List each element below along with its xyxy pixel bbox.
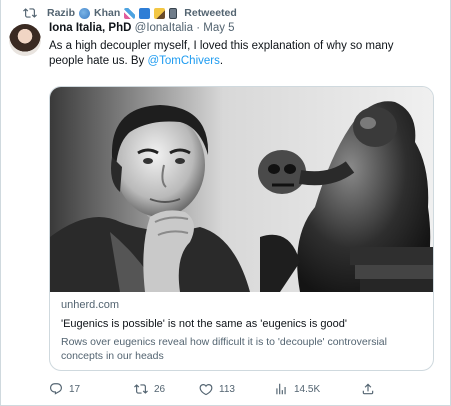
like-button[interactable]: 113	[199, 380, 235, 398]
reply-button[interactable]: 17	[49, 380, 80, 398]
heart-icon	[199, 384, 213, 396]
tweet-date[interactable]: May 5	[203, 22, 234, 34]
retweeted-label: Retweeted	[184, 7, 237, 19]
retweeter-last-name[interactable]: Khan	[94, 7, 120, 19]
card-image[interactable]	[50, 87, 434, 292]
action-bar: 17 26 113 14.5K	[49, 380, 394, 398]
card-title[interactable]: 'Eugenics is possible' is not the same a…	[61, 318, 426, 333]
reply-icon	[50, 383, 62, 395]
tweet-body-end: .	[219, 55, 224, 67]
dna-icon	[124, 7, 136, 19]
retweet-context: Razib Khan Retweeted	[23, 6, 237, 20]
phone-icon	[169, 7, 178, 19]
card-description: Rows over eugenics reveal how difficult …	[61, 336, 387, 362]
share-button[interactable]	[361, 380, 381, 398]
retweet-icon	[23, 8, 37, 18]
views-chart-icon	[276, 383, 286, 395]
like-count: 113	[219, 383, 235, 395]
tweet-text: As a high decoupler myself, I loved this…	[49, 39, 429, 69]
mention-link[interactable]: @TomChivers	[147, 55, 219, 67]
avatar[interactable]	[9, 24, 41, 56]
retweeter-first-name[interactable]: Razib	[47, 7, 75, 19]
link-card[interactable]: unherd.com 'Eugenics is possible' is not…	[49, 86, 434, 371]
tweet-author-row: Iona Italia, PhD @IonaItalia · May 5	[49, 22, 235, 38]
pen-icon	[154, 7, 166, 19]
retweet-button[interactable]: 26	[134, 380, 165, 398]
reply-count: 17	[69, 383, 81, 395]
author-handle[interactable]: @IonaItalia	[135, 22, 193, 34]
book-icon	[139, 7, 151, 19]
globe-icon	[79, 7, 91, 19]
author-name[interactable]: Iona Italia, PhD	[49, 22, 131, 34]
retweet-count: 26	[154, 383, 166, 395]
separator-dot: ·	[196, 22, 201, 34]
share-icon	[362, 383, 374, 395]
tweet-container[interactable]: Razib Khan Retweeted Iona Italia, PhD @I…	[0, 0, 451, 406]
views-count: 14.5K	[294, 383, 321, 395]
card-domain: unherd.com	[61, 299, 120, 311]
views-button[interactable]: 14.5K	[274, 380, 320, 398]
card-meta: unherd.com 'Eugenics is possible' is not…	[61, 299, 426, 363]
retweet-icon	[134, 384, 148, 394]
